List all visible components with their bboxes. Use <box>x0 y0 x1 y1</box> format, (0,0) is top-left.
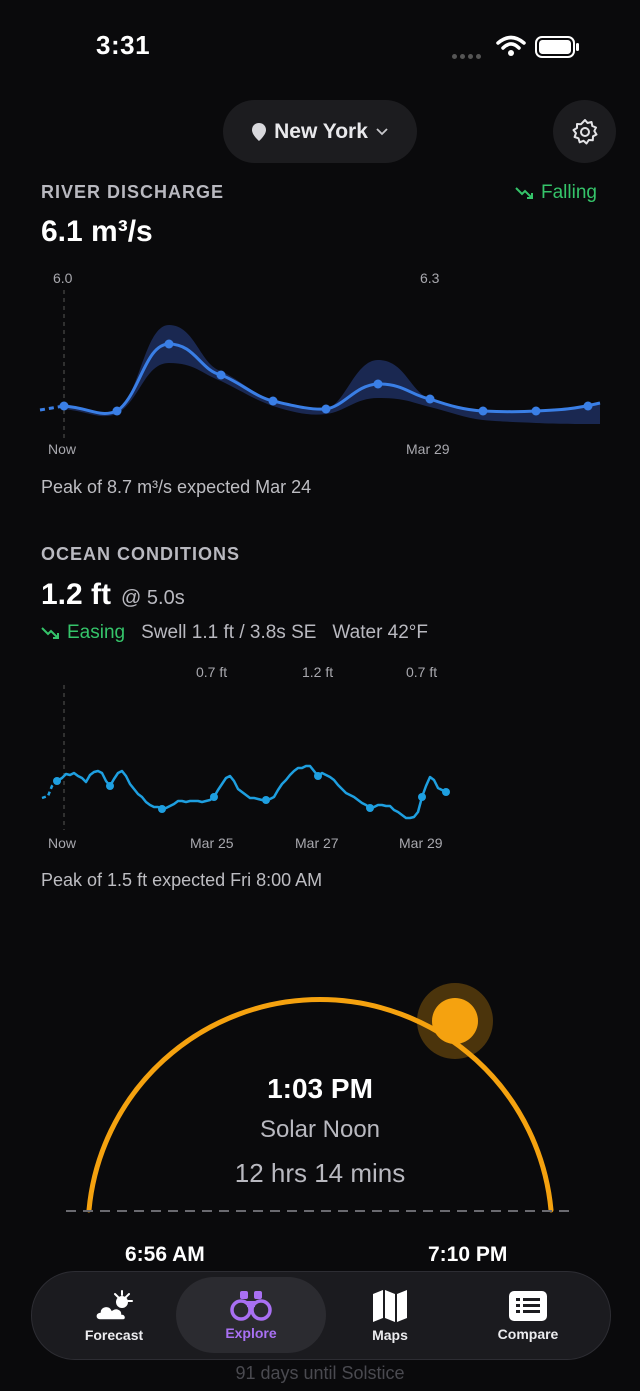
trend-down-icon <box>41 627 59 639</box>
binoculars-icon <box>230 1291 272 1321</box>
bottom-tab-bar: Forecast Explore Maps Compare <box>31 1271 611 1360</box>
river-trend-label: Falling <box>541 182 597 203</box>
tab-maps[interactable]: Maps <box>320 1272 460 1359</box>
location-name: New York <box>274 119 368 143</box>
sunset-time: 7:10 PM <box>428 1243 508 1266</box>
ocean-x-label: Mar 27 <box>295 835 339 851</box>
ocean-peak-label: 0.7 ft <box>196 664 228 680</box>
sunrise-time: 6:56 AM <box>125 1243 205 1266</box>
ocean-x-label: Now <box>48 835 77 851</box>
tab-explore[interactable]: Explore <box>176 1277 326 1353</box>
ocean-peak-label: 1.2 ft <box>302 664 334 680</box>
tab-label: Compare <box>497 1325 559 1342</box>
ocean-wave-chart <box>41 685 450 830</box>
settings-button[interactable] <box>553 100 616 163</box>
tab-label: Forecast <box>84 1326 144 1343</box>
river-discharge-chart <box>39 290 601 440</box>
ocean-details-row: Easing Swell 1.1 ft / 3.8s SE Water 42°F <box>41 622 428 644</box>
tab-compare[interactable]: Compare <box>458 1272 598 1359</box>
ocean-swell: Swell 1.1 ft / 3.8s SE <box>141 622 317 643</box>
ocean-x-label: Mar 29 <box>399 835 443 851</box>
location-pin-icon <box>252 122 267 141</box>
battery-icon <box>535 36 579 58</box>
solar-noon-time: 1:03 PM <box>267 1073 373 1104</box>
tab-label: Maps <box>372 1326 408 1343</box>
daylight-duration: 12 hrs 14 mins <box>234 1158 406 1188</box>
solstice-countdown: 91 days until Solstice <box>235 1363 405 1383</box>
tab-forecast[interactable]: Forecast <box>44 1272 184 1359</box>
ocean-value-row: 1.2 ft @ 5.0s <box>41 578 185 612</box>
status-time: 3:31 <box>96 30 151 60</box>
river-x-label: Now <box>48 441 77 457</box>
ocean-peak-label: 0.7 ft <box>406 664 438 680</box>
river-section-title: RIVER DISCHARGE <box>41 182 225 202</box>
tab-label: Explore <box>225 1325 277 1341</box>
cellular-signal-icon <box>452 46 484 64</box>
ocean-x-label: Mar 25 <box>190 835 234 851</box>
river-peak-note: Peak of 8.7 m³/s expected Mar 24 <box>41 477 312 497</box>
ocean-trend: Easing <box>41 622 125 644</box>
ocean-water-temp: Water 42°F <box>332 622 429 643</box>
ocean-trend-label: Easing <box>67 622 126 643</box>
river-trend: Falling <box>515 182 597 204</box>
list-icon <box>509 1290 547 1321</box>
river-value: 6.1 m³/s <box>41 215 153 248</box>
cloud-sun-icon <box>95 1289 133 1321</box>
trend-down-icon <box>515 187 533 199</box>
sun-position-icon <box>432 998 478 1044</box>
wifi-icon <box>496 35 526 56</box>
location-selector[interactable]: New York <box>223 100 417 163</box>
map-icon <box>373 1289 407 1322</box>
ocean-value: 1.2 ft <box>41 578 112 611</box>
river-x-label: Mar 29 <box>406 441 450 457</box>
solar-noon-label: Solar Noon <box>259 1116 381 1143</box>
ocean-section-title: OCEAN CONDITIONS <box>41 544 241 564</box>
ocean-period: @ 5.0s <box>121 587 185 609</box>
gear-icon <box>572 118 597 144</box>
ocean-peak-note: Peak of 1.5 ft expected Fri 8:00 AM <box>41 870 323 890</box>
chevron-down-icon <box>376 127 388 135</box>
